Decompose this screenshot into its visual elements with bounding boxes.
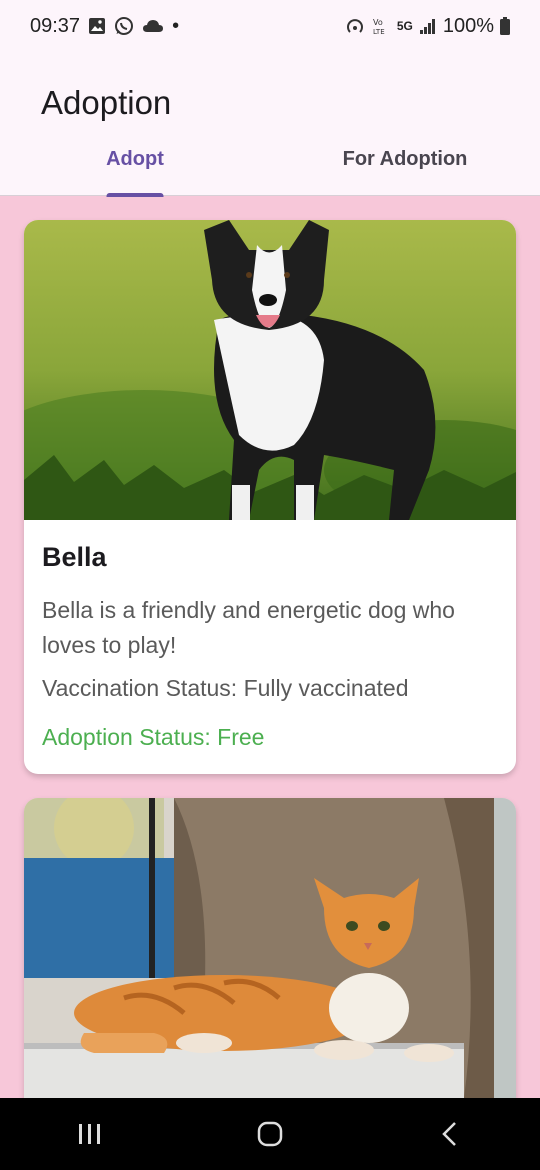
whatsapp-icon bbox=[114, 16, 134, 36]
status-time: 09:37 bbox=[30, 14, 81, 37]
home-icon[interactable] bbox=[240, 1104, 300, 1164]
vaccination-status: Vaccination Status: Fully vaccinated bbox=[42, 675, 409, 701]
tab-adopt[interactable]: Adopt bbox=[0, 140, 270, 197]
hotspot-icon bbox=[345, 16, 365, 36]
tab-for-adoption-label: For Adoption bbox=[342, 148, 468, 170]
cloud-icon bbox=[142, 18, 164, 34]
pet-card[interactable] bbox=[24, 798, 516, 1098]
tab-adopt-label: Adopt bbox=[106, 148, 164, 170]
cat-photo bbox=[24, 798, 516, 1098]
pet-list[interactable]: Bella Bella is a friendly and energetic … bbox=[0, 196, 540, 1098]
adoption-status: Adoption Status: Free bbox=[42, 724, 265, 750]
status-bar: 09:37 • Vo LTE 5G 100% bbox=[0, 0, 540, 52]
back-icon[interactable] bbox=[420, 1104, 480, 1164]
recent-apps-icon[interactable] bbox=[60, 1104, 120, 1164]
svg-text:Vo: Vo bbox=[373, 18, 383, 27]
tab-bar: Adopt For Adoption bbox=[0, 140, 540, 197]
signal-icon bbox=[419, 17, 437, 35]
volte-icon: Vo LTE bbox=[371, 16, 391, 36]
battery-icon bbox=[500, 17, 510, 35]
app-header: Adoption Adopt For Adoption bbox=[0, 52, 540, 197]
gallery-icon bbox=[88, 17, 106, 35]
page-title: Adoption bbox=[41, 84, 172, 121]
status-dot: • bbox=[172, 14, 180, 37]
pet-card-body: Bella Bella is a friendly and energetic … bbox=[24, 520, 516, 773]
battery-level: 100% bbox=[442, 14, 494, 37]
pet-card[interactable]: Bella Bella is a friendly and energetic … bbox=[24, 220, 516, 774]
system-nav-bar bbox=[0, 1098, 540, 1170]
tab-for-adoption[interactable]: For Adoption bbox=[270, 140, 540, 196]
network-label: 5G bbox=[396, 19, 413, 33]
dog-photo bbox=[24, 220, 516, 520]
svg-text:LTE: LTE bbox=[373, 28, 385, 36]
pet-name: Bella bbox=[42, 542, 107, 572]
pet-description: Bella is a friendly and energetic dog wh… bbox=[42, 597, 455, 658]
